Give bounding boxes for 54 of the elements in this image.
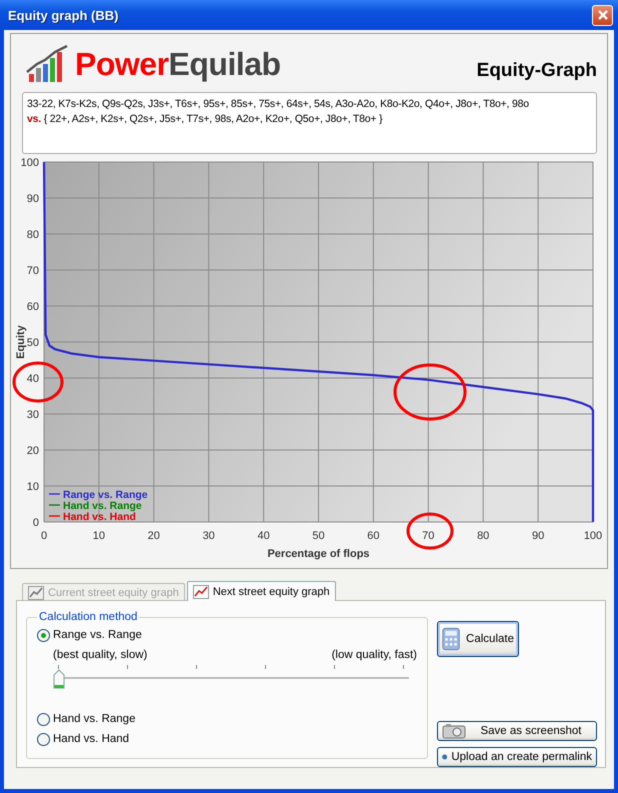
- y-tick-label: 70: [26, 265, 39, 277]
- y-axis-title: Equity: [15, 325, 27, 359]
- x-tick-label: 60: [367, 530, 380, 542]
- x-tick-label: 10: [92, 530, 106, 542]
- range-text: 33-22, K7s-K2s, Q9s-Q2s, J3s+, T6s+, 95s+, 85s+, 75s+, 64s+, 54s, A3o-A2o, K8o-K2o, Q4o+, J8o+, T8o+, 98o vs. { 22+, A2s+, K2s+, Q2s+, J5s+, T7s+, 98s, A2o+, K2o+, Q5o+, J8o+, T8o+ }: [27, 98, 529, 125]
- legend-label: Hand vs. Hand: [63, 511, 136, 523]
- annotation-circle: [12, 362, 64, 402]
- x-tick-label: 80: [477, 530, 490, 542]
- radio-button[interactable]: [37, 628, 50, 642]
- legend-label: Range vs. Range: [63, 489, 148, 501]
- tab[interactable]: Next street equity graph: [186, 581, 336, 601]
- annotation-circle: [406, 512, 454, 550]
- group-title: Calculation method: [38, 611, 138, 623]
- page-heading: Equity-Graph: [476, 60, 597, 82]
- y-tick-label: 80: [26, 229, 39, 241]
- y-tick-label: 100: [20, 157, 39, 169]
- camera-icon: [442, 723, 466, 739]
- slider-label: (low quality, fast): [332, 649, 417, 661]
- y-tick-label: 90: [26, 193, 39, 205]
- y-tick-label: 50: [26, 337, 39, 349]
- slider-label: (best quality, slow): [53, 649, 148, 661]
- y-tick-label: 20: [26, 445, 39, 457]
- y-tick-label: 30: [26, 409, 39, 421]
- x-tick-label: 50: [312, 530, 325, 542]
- y-tick-label: 40: [26, 373, 39, 385]
- y-tick-label: 60: [26, 301, 39, 313]
- close-button[interactable]: [592, 4, 613, 26]
- x-tick-label: 20: [148, 530, 160, 542]
- x-tick-label: 90: [532, 530, 544, 542]
- upload-permalink-button[interactable]: Upload an create permalink: [437, 747, 597, 767]
- radio-button[interactable]: [37, 732, 50, 746]
- radio-option[interactable]: Range vs. Range: [37, 627, 417, 643]
- x-tick-label: 70: [422, 530, 434, 542]
- save-screenshot-button[interactable]: Save as screenshot: [437, 721, 597, 741]
- line-chart-icon: [192, 584, 209, 598]
- x-axis-title: Percentage of flops: [267, 548, 370, 560]
- calculate-button[interactable]: Calculate: [437, 621, 519, 657]
- slider-thumb[interactable]: [53, 669, 65, 689]
- x-tick-label: 30: [202, 530, 215, 542]
- y-tick-label: 10: [26, 481, 39, 493]
- range-text-box[interactable]: 33-22, K7s-K2s, Q9s-Q2s, J3s+, T6s+, 95s+, 85s+, 75s+, 64s+, 54s, A3o-A2o, K8o-K2o, Q4o+, J8o+, T8o+, 98o vs. { 22+, A2s+, K2s+, Q2s+, J5s+, T7s+, 98s, A2o+, K2o+, Q5o+, J8o+, T8o+ }: [22, 92, 597, 154]
- close-icon: [596, 9, 608, 21]
- line-chart-icon: [28, 586, 44, 600]
- radio-button[interactable]: [37, 712, 50, 726]
- x-tick-label: 100: [584, 530, 602, 542]
- logo-text: PowerEquilab: [75, 46, 281, 82]
- window-title: Equity graph (BB): [8, 8, 118, 22]
- y-tick-label: 0: [32, 517, 39, 529]
- legend-label: Hand vs. Range: [63, 500, 142, 512]
- x-tick-label: 40: [257, 530, 270, 542]
- radio-option[interactable]: Hand vs. Hand: [37, 731, 417, 747]
- x-tick-label: 0: [40, 530, 48, 542]
- calculator-icon: [442, 625, 460, 653]
- radio-option[interactable]: Hand vs. Range: [37, 711, 417, 727]
